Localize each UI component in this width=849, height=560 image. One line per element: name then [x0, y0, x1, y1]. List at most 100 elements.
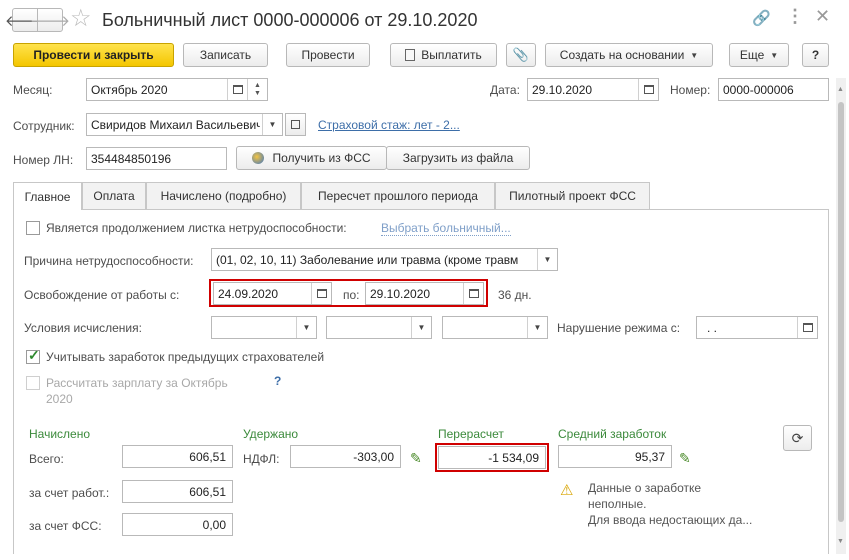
scrollbar-thumb[interactable] [838, 102, 844, 522]
calendar-button[interactable] [797, 317, 817, 338]
window-title: Больничный лист 0000-000006 от 29.10.202… [102, 10, 478, 30]
chevron-down-icon: ▼ [543, 255, 552, 264]
average-earnings-field: 95,37 [558, 445, 672, 468]
condition-3-dropdown[interactable]: ▼ [527, 317, 547, 338]
chevron-down-icon: ▼ [417, 323, 426, 332]
month-value: Октябрь 2020 [91, 82, 168, 97]
vertical-scrollbar[interactable]: ▲ ▼ [836, 78, 846, 554]
edit-ndfl-pencil-icon[interactable]: ✎ [410, 450, 426, 466]
choose-sick-leave-link[interactable]: Выбрать больничный... [381, 221, 511, 236]
post-and-close-button[interactable]: Провести и закрыть [13, 43, 174, 67]
warning-icon: ⚠ [560, 482, 574, 499]
date-label: Дата: [490, 83, 520, 97]
reason-field[interactable]: (01, 02, 10, 11) Заболевание или травма … [211, 248, 558, 271]
warning-line-2: неполные. [588, 497, 647, 511]
employee-field[interactable]: Свиридов Михаил Васильевич ▼ [86, 113, 283, 136]
number-value: 0000-000006 [723, 82, 794, 97]
prev-insurers-label: Учитывать заработок предыдущих страховат… [46, 350, 325, 364]
reason-dropdown-button[interactable]: ▼ [537, 249, 557, 270]
number-field[interactable]: 0000-000006 [718, 78, 829, 101]
condition-2-select[interactable]: ▼ [326, 316, 432, 339]
violation-date-value: . . [707, 320, 718, 335]
fss-value: 0,00 [202, 517, 226, 532]
month-label: Месяц: [13, 83, 53, 97]
ln-number-value: 354484850196 [91, 151, 172, 166]
calc-salary-label-line2: 2020 [46, 392, 73, 406]
calc-salary-checkbox [26, 376, 40, 390]
ln-number-field[interactable]: 354484850196 [86, 147, 227, 170]
release-to-value: 29.10.2020 [370, 286, 431, 301]
calendar-icon [643, 85, 654, 94]
calendar-button[interactable] [227, 79, 247, 100]
calc-salary-label-line1: Рассчитать зарплату за Октябрь [46, 376, 228, 390]
tab-accrued-detail[interactable]: Начислено (подробно) [146, 182, 301, 209]
release-to-field[interactable]: 29.10.2020 [365, 282, 484, 305]
load-from-file-button[interactable]: Загрузить из файла [386, 146, 530, 170]
tab-payment[interactable]: Оплата [82, 182, 146, 209]
release-to-label: по: [343, 288, 360, 302]
calendar-button[interactable] [311, 283, 331, 304]
get-from-fss-label: Получить из ФСС [272, 151, 371, 165]
month-field[interactable]: Октябрь 2020 ▲ ▼ [86, 78, 268, 101]
tab-main[interactable]: Главное [13, 182, 82, 210]
release-label: Освобождение от работы с: [24, 288, 180, 302]
calendar-icon [468, 289, 479, 298]
tab-recalc-previous[interactable]: Пересчет прошлого периода [301, 182, 495, 209]
recalc-field: -1 534,09 [438, 446, 546, 469]
post-button[interactable]: Провести [286, 43, 370, 67]
tab-fss-pilot[interactable]: Пилотный проект ФСС [495, 182, 650, 209]
favorite-star-icon[interactable]: ☆ [70, 6, 92, 32]
more-button[interactable]: Еще ▼ [729, 43, 789, 67]
spin-up-icon: ▲ [254, 81, 261, 89]
link-icon[interactable]: 🔗 [752, 9, 771, 27]
month-spinner[interactable]: ▲ ▼ [247, 79, 267, 100]
chevron-down-icon: ▼ [302, 323, 311, 332]
calendar-icon [802, 323, 813, 332]
condition-2-dropdown[interactable]: ▼ [411, 317, 431, 338]
date-value: 29.10.2020 [532, 82, 593, 97]
continuation-checkbox[interactable] [26, 221, 40, 235]
calendar-button[interactable] [638, 79, 658, 100]
get-from-fss-button[interactable]: Получить из ФСС [236, 146, 387, 170]
calendar-button[interactable] [463, 283, 483, 304]
date-field[interactable]: 29.10.2020 [527, 78, 659, 101]
employee-dropdown-button[interactable]: ▼ [262, 114, 282, 135]
checkmark-icon: ✓ [28, 347, 40, 363]
ndfl-field: -303,00 [290, 445, 401, 468]
reason-label: Причина нетрудоспособности: [24, 254, 194, 268]
employee-value: Свиридов Михаил Васильевич [91, 117, 260, 132]
attach-button[interactable]: 📎 [506, 43, 536, 67]
days-count: 36 дн. [498, 288, 532, 302]
help-button[interactable]: ? [802, 43, 829, 67]
warning-line-3: Для ввода недостающих да... [588, 513, 753, 527]
edit-average-pencil-icon[interactable]: ✎ [679, 450, 695, 466]
help-mark[interactable]: ? [274, 374, 281, 388]
open-employee-button[interactable] [285, 113, 306, 136]
create-based-on-label: Создать на основании [559, 48, 685, 62]
scroll-down-icon[interactable]: ▼ [837, 538, 844, 545]
more-menu-icon[interactable]: ⋮ [786, 6, 804, 27]
accrued-header: Начислено [29, 427, 91, 441]
pay-button[interactable]: Выплатить [390, 43, 497, 67]
ln-number-label: Номер ЛН: [13, 153, 74, 167]
refresh-button[interactable]: ⟳ [783, 425, 812, 451]
total-label: Всего: [29, 452, 64, 466]
condition-1-select[interactable]: ▼ [211, 316, 317, 339]
forward-button[interactable]: 🡒 [30, 8, 70, 32]
condition-1-dropdown[interactable]: ▼ [296, 317, 316, 338]
chevron-down-icon: ▼ [533, 323, 542, 332]
save-button[interactable]: Записать [183, 43, 268, 67]
violation-date-field[interactable]: . . [696, 316, 818, 339]
prev-insurers-checkbox[interactable]: ✓ [26, 347, 40, 364]
calendar-icon [316, 289, 327, 298]
scroll-up-icon[interactable]: ▲ [837, 86, 844, 93]
create-based-on-button[interactable]: Создать на основании ▼ [545, 43, 713, 67]
number-label: Номер: [670, 83, 711, 97]
pay-button-label: Выплатить [421, 48, 482, 62]
insurance-experience-link[interactable]: Страховой стаж: лет - 2... [318, 118, 460, 132]
condition-3-select[interactable]: ▼ [442, 316, 548, 339]
more-label: Еще [739, 48, 765, 62]
close-icon[interactable]: ✕ [815, 6, 830, 27]
release-from-field[interactable]: 24.09.2020 [213, 282, 332, 305]
employee-label: Сотрудник: [13, 119, 75, 133]
